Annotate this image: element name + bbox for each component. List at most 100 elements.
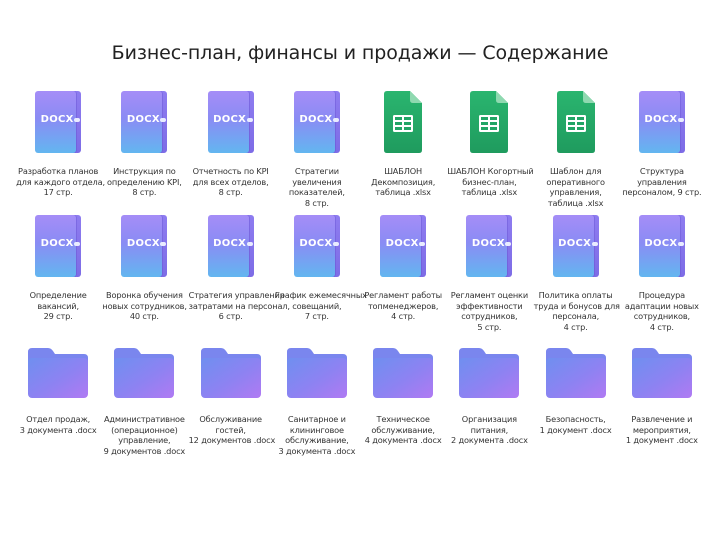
tile-label-line: персонала,	[552, 311, 600, 322]
tile-label-line: обслуживание,	[371, 424, 435, 435]
file-tile[interactable]: Шаблон для оперативного управления, таблица…	[533, 90, 619, 214]
tile-label-line: Стратегии	[294, 166, 339, 176]
docx-icon: DOCX	[638, 215, 685, 277]
tile-label-line: бизнес-план,	[462, 176, 517, 187]
file-tile[interactable]: DOCX Воронка обучения новых сотрудников, 40…	[101, 214, 187, 338]
tile-label-line: ШАБЛОН Когортный	[447, 166, 534, 176]
tile-label-line: Стратегия управления	[188, 290, 285, 300]
file-tile[interactable]: DOCX Политика оплаты труда и бонусов для пе…	[533, 214, 620, 338]
tile-label-line: График ежемесячных	[274, 290, 367, 300]
tile-icon	[545, 338, 606, 402]
folder-tile[interactable]: Безопасность, 1 документ .docx	[533, 338, 619, 468]
tile-label-line: Декомпозиция,	[371, 176, 436, 187]
tile-label-line: Техническое	[376, 414, 430, 424]
docx-tag: DOCX	[644, 238, 678, 249]
tile-icon: DOCX	[459, 214, 519, 278]
file-tile[interactable]: DOCX График ежемесячных совещаний, 7 стр.	[274, 214, 367, 338]
folder-tile[interactable]: Обслуживание гостей, 12 документов .docx	[188, 338, 276, 468]
spreadsheet-icon	[384, 91, 423, 153]
docx-tag: DOCX	[471, 238, 505, 249]
tile-label-line: сотрудников,	[633, 311, 690, 322]
tile-icon	[631, 338, 692, 402]
docx-icon: DOCX	[207, 215, 254, 277]
tile-label-line: Структура	[639, 166, 684, 176]
tile-label-line: Регламент оценки	[450, 290, 529, 300]
tile-label-line: Политика оплаты	[538, 290, 613, 300]
folder-tile[interactable]: Административное (операционное) управление…	[101, 338, 187, 468]
docx-tag: DOCX	[213, 114, 247, 125]
tile-label: Воронка обучения новых сотрудников, 40 стр…	[102, 290, 187, 322]
tile-label: Шаблон для оперативного управления, таблица…	[534, 166, 618, 208]
folder-icon	[631, 348, 692, 398]
file-tile[interactable]: ШАБЛОН Декомпозиция, таблица .xlsx	[360, 90, 446, 214]
docx-icon: DOCX	[35, 91, 82, 153]
tile-label-line: (операционное)	[111, 424, 178, 435]
tile-label-line: 40 стр.	[129, 311, 159, 322]
file-tile[interactable]: DOCX Инструкция по определению KPI, 8 стр.	[101, 90, 187, 214]
tile-label-line: 12 документов .docx	[188, 435, 276, 446]
tile-label-line: 9 документов .docx	[103, 445, 186, 456]
tile-label: Политика оплаты труда и бонусов для персон…	[534, 290, 620, 332]
docx-tag: DOCX	[40, 114, 74, 125]
docx-icon: DOCX	[293, 91, 340, 153]
tile-label-line: 6 стр.	[218, 311, 243, 322]
folder-icon	[114, 348, 175, 398]
tile-icon: DOCX	[201, 90, 261, 154]
folder-tile[interactable]: Санитарное и клининговое обслуживание, 3 до…	[274, 338, 360, 468]
docx-icon: DOCX	[35, 215, 82, 277]
folder-tile[interactable]: Развлечение и мероприятия, 1 документ .doc…	[619, 338, 705, 468]
tile-icon	[373, 90, 433, 154]
file-tile[interactable]: DOCX Определение вакансий, 29 стр.	[15, 214, 101, 338]
file-tile[interactable]: DOCX Отчетность по KPI для всех отделов, 8 …	[188, 90, 274, 214]
file-tile[interactable]: DOCX Стратегии увеличения показателей, 8 стр…	[274, 90, 360, 214]
tile-label: ШАБЛОН Декомпозиция, таблица .xlsx	[361, 166, 445, 198]
tile-label: График ежемесячных совещаний, 7 стр.	[274, 290, 367, 322]
tile-icon: DOCX	[114, 214, 174, 278]
tile-label-line: 4 стр.	[563, 321, 588, 332]
tile-label-line: таблица .xlsx	[461, 187, 518, 198]
tile-icon: DOCX	[201, 214, 261, 278]
tile-label-line: для каждого отдела,	[16, 176, 105, 187]
tile-label-line: Обслуживание	[199, 414, 262, 424]
file-tile[interactable]: DOCX Процедура адаптации новых сотрудников,…	[619, 214, 705, 338]
tile-label-line: Организация	[461, 414, 517, 424]
tile-label-line: сотрудников,	[461, 311, 518, 322]
tile-label-line: обслуживание,	[285, 435, 349, 446]
tile-label: Отчетность по KPI для всех отделов, 8 стр.	[189, 166, 273, 198]
folder-icon	[459, 348, 520, 398]
tile-label-line: управления,	[549, 187, 602, 198]
file-tile[interactable]: DOCX Структура управления персоналом, 9 стр…	[619, 90, 705, 214]
tile-label: Безопасность, 1 документ .docx	[534, 414, 618, 435]
file-tile[interactable]: ШАБЛОН Когортный бизнес-план, таблица .xls…	[446, 90, 534, 214]
tile-label: Организация питания, 2 документа .docx	[447, 414, 531, 446]
contents-page: Бизнес-план, финансы и продажи — Содержа…	[0, 0, 720, 540]
tile-icon	[373, 338, 434, 402]
tile-label-line: эффективности	[456, 300, 523, 311]
folder-tile[interactable]: Организация питания, 2 документа .docx	[446, 338, 532, 468]
tile-label-line: 4 стр.	[391, 311, 416, 322]
tile-label-line: персоналом, 9 стр.	[622, 187, 702, 198]
folder-tile[interactable]: Техническое обслуживание, 4 документа .doc…	[360, 338, 446, 468]
tile-label-line: 7 стр.	[304, 311, 329, 322]
docx-tag: DOCX	[299, 238, 333, 249]
file-tile[interactable]: DOCX Стратегия управления затратами на пер…	[188, 214, 290, 338]
tile-label-line: для всех отделов,	[192, 176, 269, 187]
tile-label: Санитарное и клининговое обслуживание, 3 до…	[275, 414, 359, 456]
folder-tile[interactable]: Отдел продаж, 3 документа .docx	[15, 338, 101, 468]
tile-label-line: 4 документа .docx	[364, 435, 442, 446]
folder-icon	[200, 348, 261, 398]
tile-label-line: таблица .xlsx	[375, 187, 431, 198]
folder-icon	[286, 348, 347, 398]
file-tile[interactable]: DOCX Регламент оценки эффективности сотрудн…	[446, 214, 532, 338]
tile-label-line: определению KPI,	[107, 176, 182, 187]
spreadsheet-icon	[470, 91, 509, 153]
tile-label-line: 29 стр.	[43, 311, 73, 322]
docx-tag: DOCX	[126, 238, 160, 249]
tile-label-line: 3 документа .docx	[19, 424, 97, 435]
file-tile[interactable]: DOCX Разработка планов для каждого отдела,…	[15, 90, 105, 214]
file-tile[interactable]: DOCX Регламент работы топменеджеров, 4 стр.	[360, 214, 446, 338]
tile-label: Регламент оценки эффективности сотрудников…	[447, 290, 531, 332]
spreadsheet-icon	[556, 91, 595, 153]
tile-label-line: 8 стр.	[218, 187, 243, 198]
tile-label-line: 8 стр.	[304, 197, 329, 208]
